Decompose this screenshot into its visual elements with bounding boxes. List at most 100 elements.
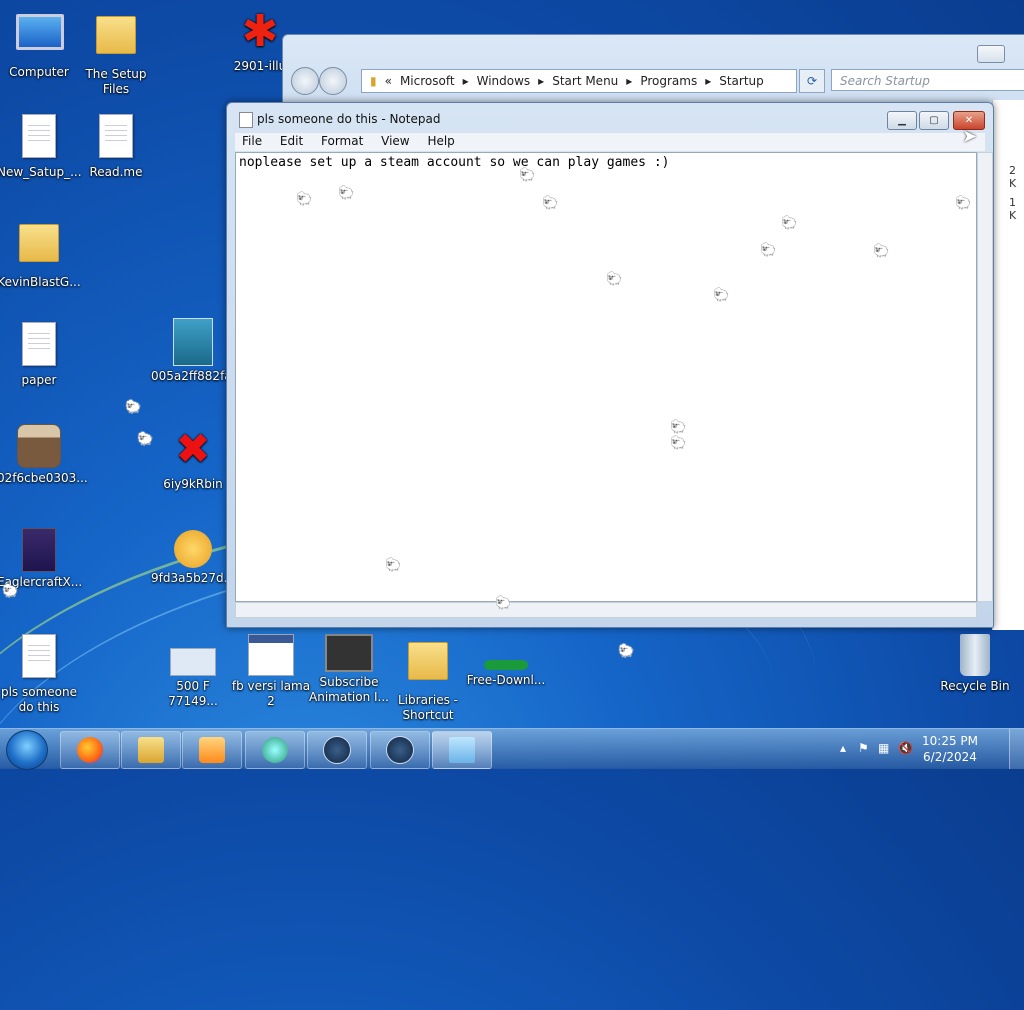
- chevron-right-icon: ▸: [462, 74, 469, 88]
- taskbar-firefox[interactable]: [60, 731, 120, 769]
- desktop-pet-sprite: 🐑: [618, 644, 635, 659]
- taskbar-media-player[interactable]: [182, 731, 242, 769]
- desktop-pet-sprite: 🐑: [495, 596, 512, 611]
- desktop-pet-sprite: 🐑: [385, 558, 402, 573]
- window-title: pls someone do this - Notepad: [257, 112, 441, 126]
- desktop-icon-subscribe[interactable]: Subscribe Animation I...: [307, 634, 391, 705]
- desktop-icon-005a2ff[interactable]: 005a2ff882fa...: [151, 318, 243, 384]
- desktop-icon-libraries[interactable]: Libraries - Shortcut: [386, 634, 470, 723]
- forward-button[interactable]: [319, 67, 347, 95]
- desktop-icon-pls-someone[interactable]: pls someone do this: [0, 634, 81, 715]
- system-tray: ▴ ⚑ ▦ 🔇 10:25 PM 6/2/2024: [834, 729, 1024, 769]
- folder-icon: ▮: [370, 74, 377, 88]
- media-player-icon: [199, 737, 225, 763]
- back-button[interactable]: [291, 67, 319, 95]
- desktop-icon-recycle-bin[interactable]: Recycle Bin: [933, 634, 1017, 694]
- recycle-bin-icon: [960, 634, 990, 676]
- chevron-right-icon: ▸: [538, 74, 545, 88]
- desktop-pet-sprite: 🐑: [519, 168, 536, 183]
- chevron-right-icon: ▸: [705, 74, 712, 88]
- taskbar-steam-2[interactable]: [370, 731, 430, 769]
- image-thumbnail-icon: [170, 648, 216, 676]
- desktop-icon-new-satup[interactable]: New_Satup_...: [0, 114, 82, 180]
- flag-icon[interactable]: ⚑: [858, 741, 869, 755]
- firefox-icon: [77, 737, 103, 763]
- minimize-button[interactable]: ▁: [887, 111, 917, 130]
- menu-file[interactable]: File: [235, 133, 269, 149]
- clock[interactable]: 10:25 PM 6/2/2024: [922, 733, 978, 765]
- desktop-pet-sprite: 🐑: [670, 420, 687, 435]
- volume-muted-icon[interactable]: 🔇: [898, 741, 913, 755]
- menu-format[interactable]: Format: [314, 133, 370, 149]
- breadcrumb-item[interactable]: Start Menu: [552, 74, 618, 88]
- desktop-icon-computer[interactable]: Computer: [0, 8, 81, 80]
- desktop-pet-sprite: 🐑: [955, 196, 972, 211]
- start-button[interactable]: [6, 730, 48, 770]
- desktop-icon-readme[interactable]: Read.me: [74, 114, 158, 180]
- desktop-icon-9fd3a5b[interactable]: 9fd3a5b27d...: [151, 530, 235, 586]
- chevron-up-icon[interactable]: ▴: [840, 741, 846, 755]
- address-bar[interactable]: ▮ « Microsoft ▸ Windows ▸ Start Menu ▸ P…: [361, 69, 797, 93]
- image-thumbnail-icon: [173, 318, 213, 366]
- download-button-icon: [484, 660, 528, 670]
- breadcrumb-item[interactable]: Windows: [477, 74, 531, 88]
- taskbar-globe[interactable]: [245, 731, 305, 769]
- taskbar: ▴ ⚑ ▦ 🔇 10:25 PM 6/2/2024: [0, 728, 1024, 770]
- desktop-pet-sprite: 🐑: [125, 400, 142, 415]
- explorer-minimize-button[interactable]: [977, 45, 1005, 63]
- emoji-face-icon: [174, 530, 212, 568]
- breadcrumb-item[interactable]: Startup: [719, 74, 764, 88]
- notepad-window[interactable]: pls someone do this - Notepad ▁ ▢ ✕ File…: [226, 102, 994, 628]
- vertical-scrollbar[interactable]: [977, 152, 993, 602]
- steam-icon: [386, 736, 414, 764]
- desktop-pet-sprite: 🐑: [781, 216, 798, 231]
- desktop-icon-setup-files[interactable]: The Setup Files: [74, 8, 158, 97]
- desktop-pet-sprite: 🐑: [137, 432, 154, 447]
- menu-view[interactable]: View: [374, 133, 416, 149]
- desktop-pet-sprite: 🐑: [606, 272, 623, 287]
- maximize-button[interactable]: ▢: [919, 111, 949, 130]
- taskbar-explorer[interactable]: [121, 731, 181, 769]
- document-icon: [22, 322, 56, 366]
- show-desktop-button[interactable]: [1009, 729, 1024, 769]
- folder-icon: [19, 224, 59, 262]
- document-icon: [99, 114, 133, 158]
- search-input[interactable]: Search Startup: [831, 69, 1024, 91]
- folder-icon: [96, 16, 136, 54]
- explorer-file-pane: 2 K 1 K: [992, 100, 1024, 630]
- computer-icon: [16, 14, 64, 50]
- explorer-icon: [138, 737, 164, 763]
- globe-icon: [262, 737, 288, 763]
- desktop-icon-kevinblast[interactable]: KevinBlastG...: [0, 216, 81, 290]
- desktop-icon-paper[interactable]: paper: [0, 322, 81, 388]
- notepad-icon: [449, 737, 475, 763]
- taskbar-steam[interactable]: [307, 731, 367, 769]
- desktop-pet-sprite: 🐑: [2, 584, 19, 599]
- desktop-icon-fb-versi[interactable]: fb versi lama 2: [229, 634, 313, 709]
- desktop-pet-sprite: 🐑: [873, 244, 890, 259]
- menu-help[interactable]: Help: [420, 133, 461, 149]
- refresh-icon[interactable]: ⟳: [799, 69, 825, 93]
- desktop-icon-eaglercraft[interactable]: EaglercraftX...: [0, 528, 82, 590]
- taskbar-notepad[interactable]: [432, 731, 492, 769]
- desktop-icon-free-download[interactable]: Free-Downl...: [464, 634, 548, 688]
- desktop-pet-sprite: 🐑: [542, 196, 559, 211]
- steam-icon: [323, 736, 351, 764]
- video-file-icon: [325, 634, 373, 672]
- breadcrumb-item[interactable]: Microsoft: [400, 74, 455, 88]
- webpage-thumbnail-icon: [248, 634, 294, 676]
- text-editor[interactable]: noplease set up a steam account so we ca…: [235, 152, 977, 602]
- desktop-icon-6iy9krbin[interactable]: ✖ 6iy9kRbin: [151, 426, 235, 492]
- firefox-file-icon: [22, 528, 56, 572]
- desktop-icon-02f6cbe[interactable]: 02f6cbe0303...: [0, 424, 88, 486]
- menu-edit[interactable]: Edit: [273, 133, 310, 149]
- network-icon[interactable]: ▦: [878, 741, 889, 755]
- desktop-icon-500f[interactable]: 500 F 77149...: [151, 634, 235, 709]
- desktop-pet-sprite: 🐑: [670, 436, 687, 451]
- breadcrumb-item[interactable]: Programs: [640, 74, 697, 88]
- asterisk-icon: ✱: [241, 6, 279, 57]
- horizontal-scrollbar[interactable]: [235, 602, 977, 618]
- camera-icon: [17, 424, 61, 468]
- menu-bar: File Edit Format View Help: [235, 133, 985, 151]
- desktop-pet-sprite: 🐑: [296, 192, 313, 207]
